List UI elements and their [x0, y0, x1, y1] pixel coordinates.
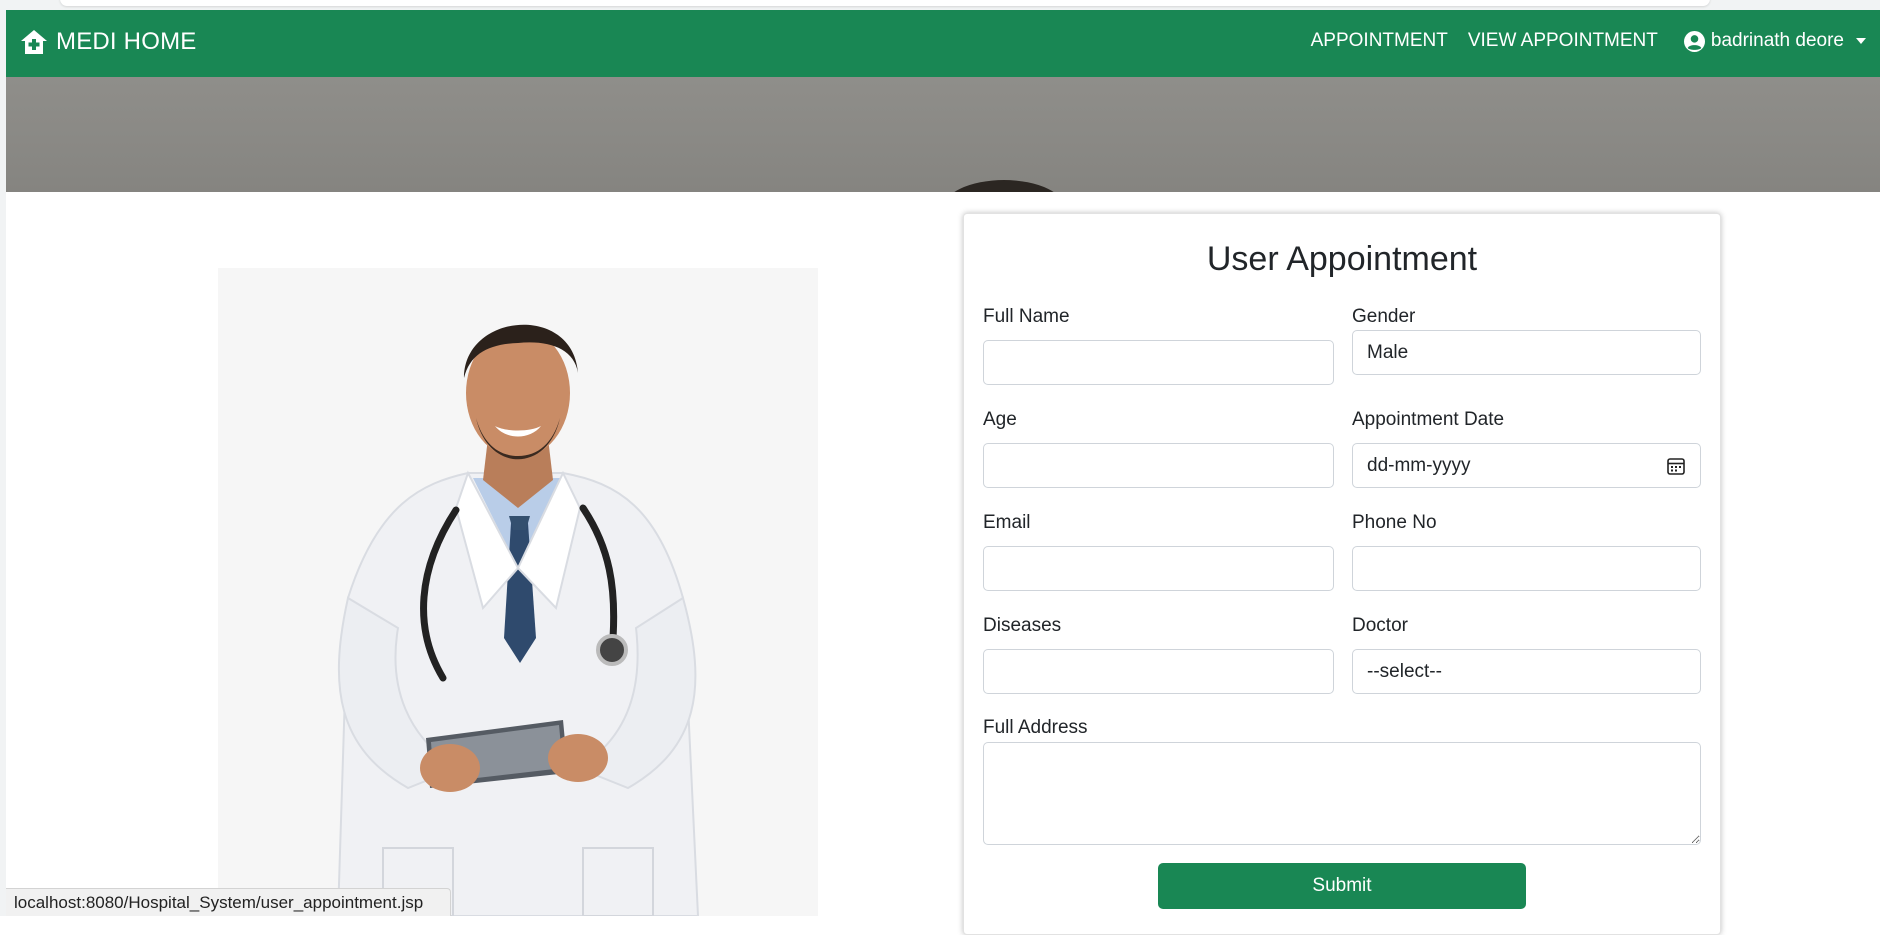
calendar-icon[interactable] [1666, 456, 1686, 476]
address-textarea[interactable] [983, 742, 1701, 845]
doctor-label: Doctor [1352, 615, 1408, 636]
gender-select[interactable]: Male [1352, 330, 1701, 375]
submit-button[interactable]: Submit [1158, 863, 1526, 909]
full-name-label: Full Name [983, 306, 1070, 327]
navbar: MEDI HOME APPOINTMENT VIEW APPOINTMENT b… [6, 10, 1880, 77]
age-input[interactable] [983, 443, 1334, 488]
browser-address-pill [60, 0, 1710, 6]
brand-label: MEDI HOME [56, 28, 197, 55]
status-bar: localhost:8080/Hospital_System/user_appo… [6, 888, 451, 916]
user-name: badrinath deore [1710, 30, 1844, 51]
email-label: Email [983, 512, 1031, 533]
appointment-date-label: Appointment Date [1352, 409, 1505, 430]
email-input[interactable] [983, 546, 1334, 591]
user-circle-icon [1683, 30, 1705, 52]
doctor-select[interactable]: --select-- [1352, 649, 1701, 694]
hero-banner [6, 77, 1880, 192]
form-title: User Appointment [1206, 240, 1478, 278]
appointment-date-input[interactable]: dd-mm-yyyy [1352, 443, 1701, 488]
doctor-photo [218, 268, 818, 916]
age-label: Age [983, 409, 1017, 430]
doctor-illustration [218, 268, 818, 916]
gender-value: Male [1367, 341, 1409, 363]
browser-top-strip [0, 0, 1880, 10]
address-label: Full Address [983, 717, 1088, 738]
phone-label: Phone No [1352, 512, 1437, 533]
brand-link[interactable]: MEDI HOME [20, 28, 196, 56]
diseases-input[interactable] [983, 649, 1334, 694]
appointment-form-card: User Appointment Full Name Gender Male A… [963, 213, 1721, 935]
user-dropdown[interactable]: badrinath deore [1683, 30, 1866, 52]
hero-person-hair [942, 180, 1066, 192]
nav-links: APPOINTMENT VIEW APPOINTMENT badrinath d… [1291, 30, 1866, 52]
phone-input[interactable] [1352, 546, 1701, 591]
nav-link-appointment[interactable]: APPOINTMENT [1311, 30, 1448, 52]
full-name-input[interactable] [983, 340, 1334, 385]
house-medical-icon [21, 30, 47, 54]
doctor-value: --select-- [1367, 660, 1442, 682]
diseases-label: Diseases [983, 615, 1062, 636]
chevron-down-icon [1856, 38, 1866, 44]
gender-label: Gender [1352, 306, 1416, 327]
status-url: localhost:8080/Hospital_System/user_appo… [14, 892, 424, 912]
nav-link-view-appointment[interactable]: VIEW APPOINTMENT [1468, 30, 1658, 52]
appointment-date-value: dd-mm-yyyy [1367, 454, 1471, 476]
